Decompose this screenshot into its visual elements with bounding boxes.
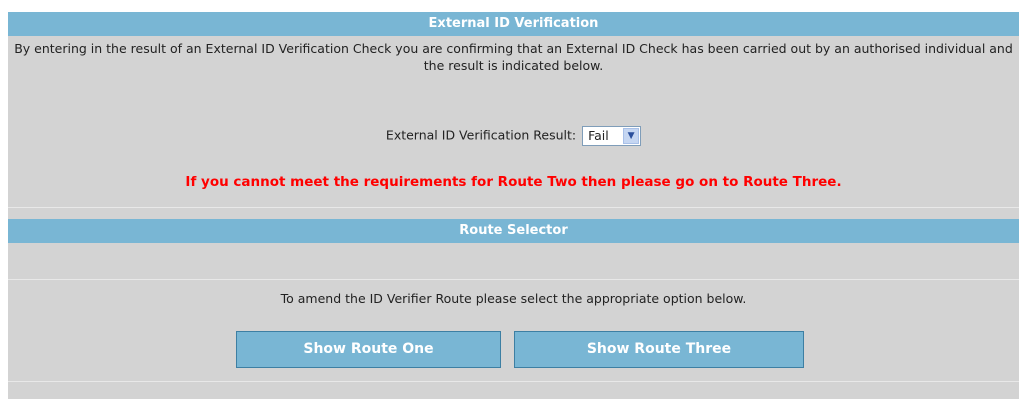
result-select-value: Fail xyxy=(588,127,609,143)
verification-header: External ID Verification xyxy=(8,12,1019,36)
chevron-down-icon[interactable]: ▼ xyxy=(623,127,640,144)
show-route-one-button[interactable]: Show Route One xyxy=(236,331,501,368)
divider xyxy=(8,207,1019,208)
divider xyxy=(8,279,1019,280)
verification-panel: External ID Verification By entering in … xyxy=(8,12,1019,207)
result-select[interactable]: Fail ▼ xyxy=(582,125,642,146)
divider xyxy=(8,381,1019,382)
verification-intro: By entering in the result of an External… xyxy=(14,41,1013,73)
result-row: External ID Verification Result: Fail ▼ xyxy=(8,124,1019,146)
result-label: External ID Verification Result: xyxy=(385,127,577,143)
route-selector-header: Route Selector xyxy=(8,219,1019,243)
show-route-three-button[interactable]: Show Route Three xyxy=(514,331,804,368)
route-instruction: To amend the ID Verifier Route please se… xyxy=(280,291,747,306)
route-warning: If you cannot meet the requirements for … xyxy=(185,174,842,190)
